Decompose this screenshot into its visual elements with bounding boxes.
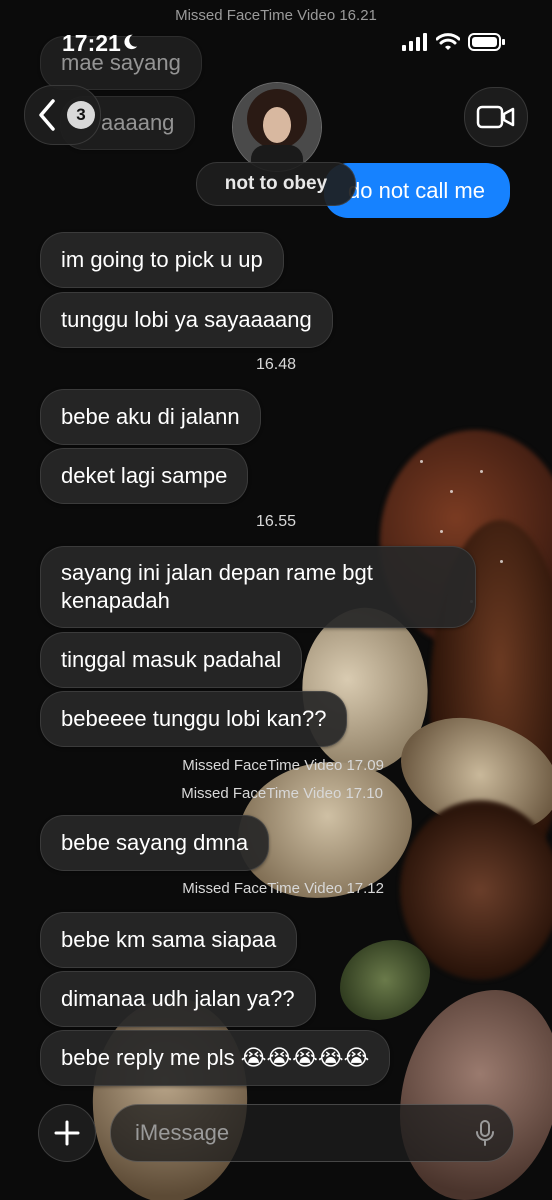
missed-facetime-notice: Missed FaceTime Video 17.10 xyxy=(181,785,383,802)
message-bubble-incoming[interactable]: bebe aku di jalann xyxy=(40,389,261,445)
status-time: 17:21 xyxy=(62,30,121,56)
add-attachment-button[interactable] xyxy=(38,1104,96,1162)
message-text: im going to pick u up xyxy=(61,247,263,272)
microphone-icon[interactable] xyxy=(475,1120,495,1146)
message-text: deket lagi sampe xyxy=(61,463,228,488)
chevron-left-icon xyxy=(39,99,55,131)
focus-moon-icon xyxy=(124,34,138,50)
message-text: sayang ini jalan depan rame bgt kenapada… xyxy=(61,560,373,613)
message-bubble-incoming[interactable]: bebe sayang dmna xyxy=(40,815,270,871)
battery-icon xyxy=(468,33,505,51)
status-bar: 17:21 xyxy=(0,0,552,70)
message-text: bebeeee tunggu lobi kan?? xyxy=(61,706,327,731)
message-timestamp: 16.48 xyxy=(255,356,297,373)
contact-avatar[interactable] xyxy=(232,82,322,172)
wifi-icon xyxy=(436,33,460,50)
message-bubble-incoming[interactable]: im going to pick u up xyxy=(40,232,284,288)
contact-name: not to obey xyxy=(224,173,328,194)
missed-facetime-notice: Missed FaceTime Video 17.09 xyxy=(182,757,384,774)
message-text: bebe sayang dmna xyxy=(61,830,249,855)
message-text: tunggu lobi ya sayaaaang xyxy=(61,307,312,332)
message-text: dimanaa udh jalan ya?? xyxy=(61,986,295,1011)
message-text: tinggal masuk padahal xyxy=(61,647,282,672)
avatar-photo xyxy=(233,83,321,171)
back-button[interactable]: 3 xyxy=(24,85,101,145)
message-timestamp: 16.55 xyxy=(255,513,297,530)
facetime-video-button[interactable] xyxy=(464,87,528,147)
message-text: bebe reply me pls 😭😭😭😭😭 xyxy=(61,1045,370,1070)
message-bubble-incoming[interactable]: bebe km sama siapaa xyxy=(40,912,298,968)
contact-name-pill[interactable]: not to obey xyxy=(196,162,356,206)
message-bubble-incoming[interactable]: deket lagi sampe xyxy=(40,448,249,504)
message-text: bebe aku di jalann xyxy=(61,404,240,429)
unread-count-badge: 3 xyxy=(67,101,95,129)
message-bubble-incoming[interactable]: tinggal masuk padahal xyxy=(40,632,303,688)
input-placeholder: iMessage xyxy=(135,1120,230,1145)
message-bubble-incoming[interactable]: sayang ini jalan depan rame bgt kenapada… xyxy=(40,546,476,628)
missed-facetime-notice: Missed FaceTime Video 17.12 xyxy=(182,880,384,897)
plus-icon xyxy=(54,1120,80,1146)
message-bubble-incoming[interactable]: bebeeee tunggu lobi kan?? xyxy=(40,691,348,747)
status-icons xyxy=(402,32,506,52)
video-camera-icon xyxy=(476,105,515,129)
message-text: bebe km sama siapaa xyxy=(61,927,277,952)
message-bubble-incoming[interactable]: bebe reply me pls 😭😭😭😭😭 xyxy=(40,1030,391,1086)
cellular-signal-icon xyxy=(402,33,427,51)
message-bubble-incoming[interactable]: dimanaa udh jalan ya?? xyxy=(40,971,316,1027)
imessage-input[interactable]: iMessage xyxy=(110,1104,514,1162)
message-bubble-incoming[interactable]: tunggu lobi ya sayaaaang xyxy=(40,292,333,348)
